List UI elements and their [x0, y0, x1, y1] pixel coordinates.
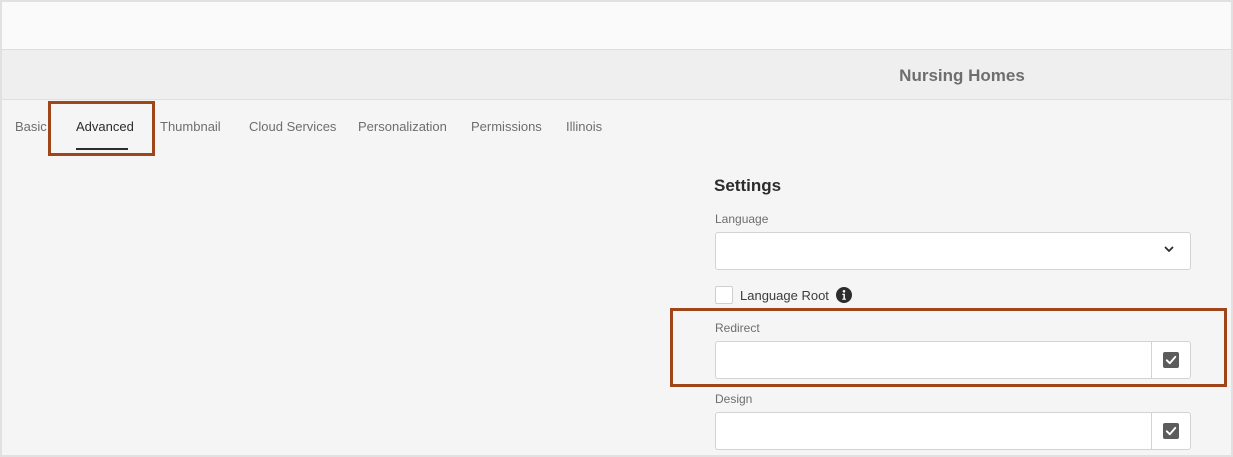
settings-heading: Settings — [714, 176, 782, 195]
tab-personalization[interactable]: Personalization — [358, 119, 447, 134]
active-tab-indicator — [76, 148, 128, 150]
design-input[interactable] — [715, 412, 1152, 450]
design-field — [715, 412, 1191, 450]
tab-bar: Basic Advanced Thumbnail Cloud Services … — [2, 100, 1231, 156]
check-icon — [1163, 423, 1179, 439]
tab-cloud-services[interactable]: Cloud Services — [249, 119, 336, 134]
page-frame: Nursing Homes Basic Advanced Thumbnail C… — [0, 0, 1233, 457]
chevron-down-icon — [1164, 246, 1174, 252]
language-label: Language — [715, 212, 769, 226]
tab-advanced[interactable]: Advanced — [76, 119, 134, 134]
language-select[interactable] — [715, 232, 1191, 270]
top-bar — [2, 2, 1231, 50]
page-title: Nursing Homes — [899, 66, 1025, 85]
redirect-input[interactable] — [715, 341, 1152, 379]
title-bar — [2, 50, 1231, 100]
design-picker-button[interactable] — [1151, 412, 1191, 450]
redirect-label: Redirect — [715, 321, 760, 335]
tab-basic[interactable]: Basic — [15, 119, 47, 134]
language-root-checkbox[interactable] — [715, 286, 733, 304]
redirect-field — [715, 341, 1191, 379]
check-icon — [1163, 352, 1179, 368]
language-root-label: Language Root — [740, 288, 829, 303]
redirect-picker-button[interactable] — [1151, 341, 1191, 379]
info-icon[interactable] — [836, 287, 852, 303]
design-label: Design — [715, 392, 753, 406]
tab-illinois[interactable]: Illinois — [566, 119, 602, 134]
tab-permissions[interactable]: Permissions — [471, 119, 542, 134]
tab-thumbnail[interactable]: Thumbnail — [160, 119, 221, 134]
